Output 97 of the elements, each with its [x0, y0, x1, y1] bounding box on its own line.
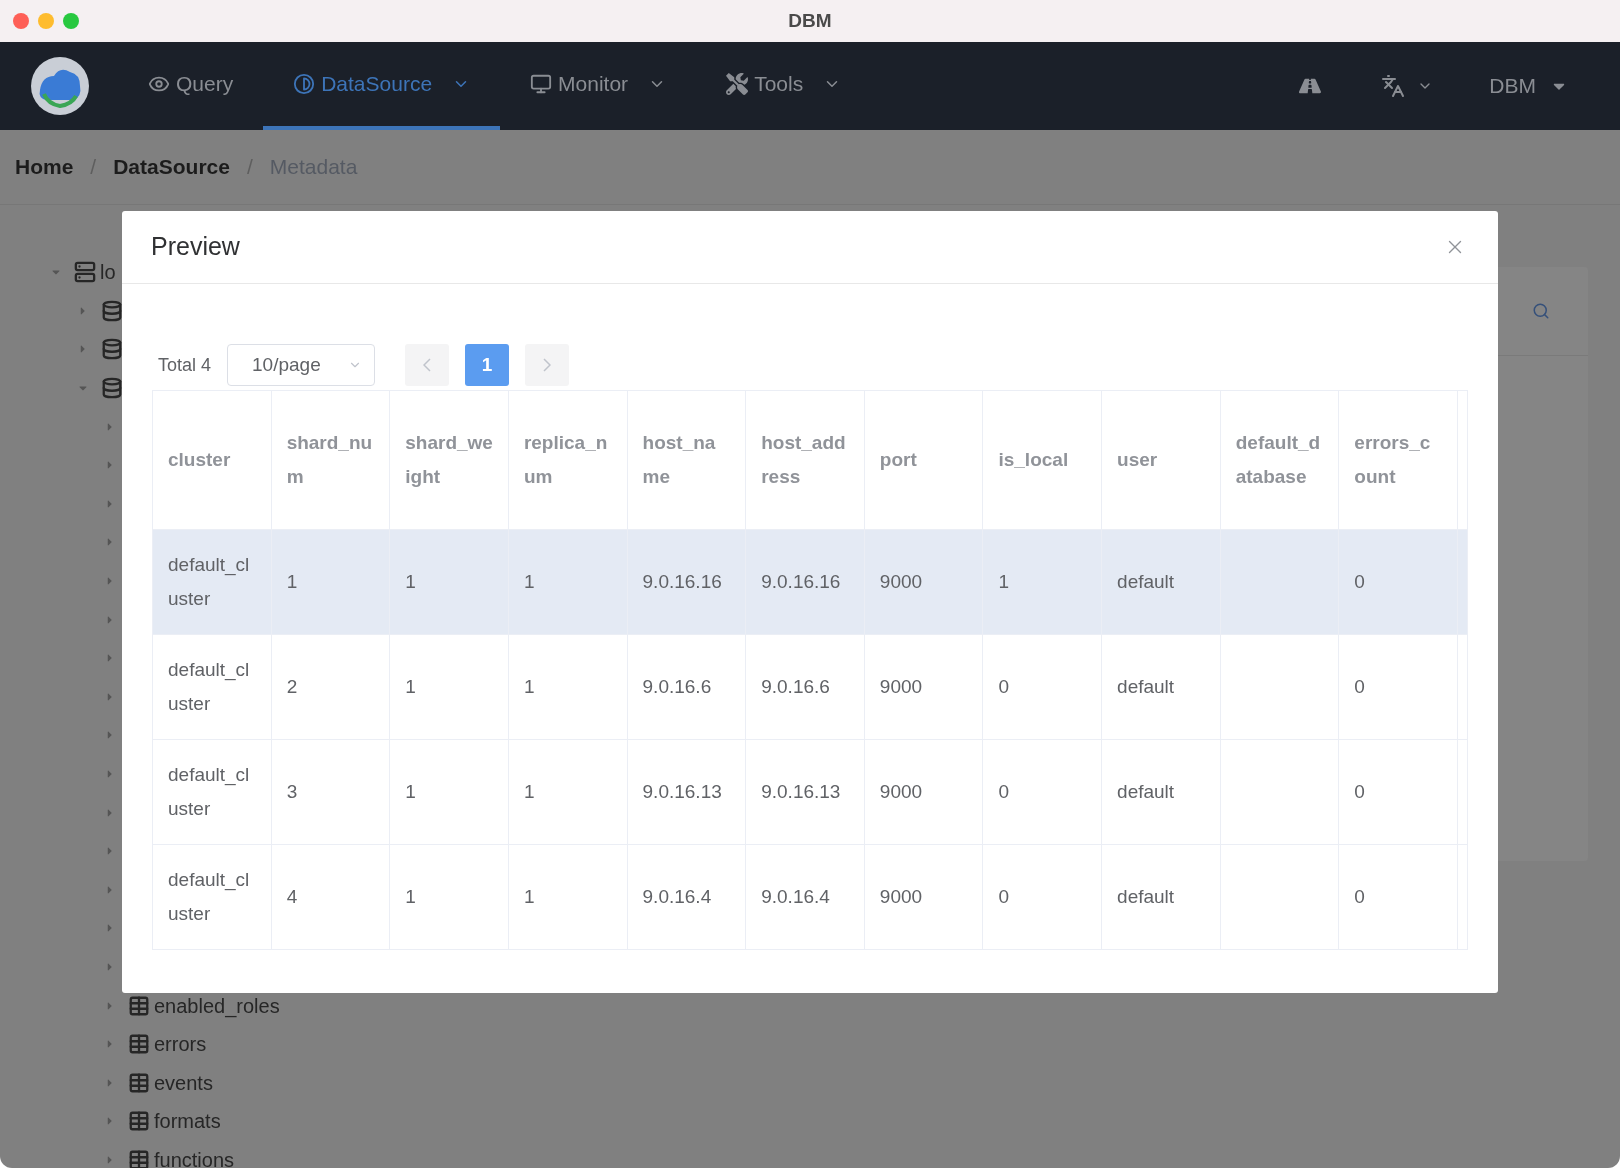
- table-cell-text: 2: [286, 675, 299, 699]
- table-cell-text: 1: [405, 780, 417, 804]
- column-header: errors_count: [1338, 390, 1458, 530]
- tree-item-label[interactable]: events: [154, 1067, 213, 1098]
- user-menu[interactable]: DBM: [1489, 70, 1536, 102]
- chevron-right-icon: [543, 358, 552, 372]
- search-icon[interactable]: [1532, 302, 1550, 320]
- breadcrumb-item[interactable]: DataSource: [113, 151, 230, 183]
- tree-item-label[interactable]: errors: [154, 1029, 207, 1060]
- tree-item-label[interactable]: enabled_roles: [154, 990, 280, 1021]
- previous-page-button[interactable]: [405, 344, 450, 386]
- chevron-left-icon: [423, 358, 432, 372]
- page-size-select[interactable]: 10/page: [227, 344, 376, 386]
- table-cell-text: 1: [523, 675, 536, 699]
- half-circle-icon: [293, 73, 316, 95]
- table-cell-text: 0: [1354, 570, 1366, 594]
- table-cell-text: 4: [286, 885, 299, 909]
- nav-tab[interactable]: Monitor: [500, 42, 697, 130]
- database-icon: [101, 338, 123, 361]
- column-header: shard_num: [271, 390, 390, 530]
- breadcrumb-separator: /: [90, 154, 97, 181]
- close-window-button[interactable]: [13, 13, 29, 29]
- table-cell-text: 0: [1354, 885, 1366, 909]
- table-row[interactable]: default_cluster 1 1 1 9.0.16.16 9.0.16.16 9000 1 default 0: [152, 529, 1468, 635]
- table-cell-text: 0: [1354, 675, 1366, 699]
- table-cell-text: 3: [286, 780, 299, 804]
- table-cell-text: 1: [523, 570, 536, 594]
- tree-item-label[interactable]: formats: [154, 1106, 221, 1137]
- table-row[interactable]: default_cluster 2 1 1 9.0.16.6 9.0.16.6 9000 0 default 0: [152, 634, 1468, 740]
- page-button[interactable]: 1: [465, 344, 510, 386]
- column-header: port: [864, 390, 983, 530]
- table-cell-text: 1: [286, 570, 299, 594]
- table-cell-text: default: [1117, 780, 1176, 804]
- breadcrumb-item[interactable]: Home: [15, 151, 74, 183]
- table-cell-text: 0: [1354, 780, 1366, 804]
- table-cell-text: 9.0.16.6: [642, 675, 713, 699]
- table-cell-text: 1: [998, 570, 1011, 594]
- table-cell-text: 9000: [879, 675, 924, 699]
- table-cell-text: 9000: [879, 780, 924, 804]
- table-cell-text: default: [1117, 570, 1176, 594]
- table-icon: [128, 1071, 150, 1094]
- table-row[interactable]: default_cluster 4 1 1 9.0.16.4 9.0.16.4 9000 0 default 0: [152, 844, 1468, 950]
- column-header: is_local: [982, 390, 1102, 530]
- table-cell-text: 1: [523, 885, 536, 909]
- table-cell-text: default_cluster: [168, 553, 251, 611]
- table-cell-text: 1: [405, 675, 417, 699]
- tree-item-label[interactable]: functions: [154, 1144, 235, 1168]
- table-cell-text: 9.0.16.4: [642, 885, 713, 909]
- table-cell-text: 9.0.16.4: [761, 885, 831, 909]
- table-cell-text: 9.0.16.16: [761, 570, 842, 594]
- logo-icon: [30, 56, 90, 116]
- table-icon: [128, 1110, 150, 1133]
- table-cell-text: default: [1117, 885, 1176, 909]
- table-cell-text: 9.0.16.16: [642, 570, 723, 594]
- table-cell-text: 9000: [879, 570, 924, 594]
- column-header: user: [1101, 390, 1221, 530]
- monitor-icon: [530, 73, 553, 95]
- tree-item-label[interactable]: lo: [100, 257, 116, 288]
- table-cell-text: default_cluster: [168, 763, 251, 821]
- column-header: host_name: [627, 390, 746, 530]
- nav-tab[interactable]: Tools: [696, 42, 872, 130]
- column-header: shard_weight: [389, 390, 509, 530]
- table-cell-text: 1: [405, 885, 417, 909]
- tools-icon: [726, 73, 749, 95]
- table-cell-text: 9.0.16.6: [761, 675, 831, 699]
- table-cell-text: 1: [405, 570, 417, 594]
- table-cell-text: 9.0.16.13: [761, 780, 842, 804]
- column-header: host_address: [745, 390, 865, 530]
- translate-icon[interactable]: [1381, 74, 1406, 98]
- column-header: cluster: [152, 390, 272, 530]
- next-page-button[interactable]: [525, 344, 570, 386]
- total-count: Total 4: [158, 353, 212, 377]
- column-header: default_database: [1220, 390, 1339, 530]
- nav-tab[interactable]: DataSource: [263, 42, 501, 130]
- maximize-window-button[interactable]: [63, 13, 79, 29]
- table-row[interactable]: default_cluster 3 1 1 9.0.16.13 9.0.16.13 9000 0 default 0: [152, 739, 1468, 845]
- table-cell-text: default_cluster: [168, 658, 251, 716]
- nav-tab[interactable]: Query: [118, 42, 264, 130]
- window-title: DBM: [788, 8, 832, 33]
- table-icon: [128, 1033, 150, 1056]
- minimize-window-button[interactable]: [38, 13, 54, 29]
- table-cell-text: 0: [998, 885, 1011, 909]
- table-cell-text: 0: [998, 675, 1011, 699]
- column-header: replica_num: [508, 390, 628, 530]
- table-icon: [128, 1148, 150, 1168]
- table-cell-text: 9000: [879, 885, 924, 909]
- dialog-title: Preview: [151, 231, 240, 263]
- database-icon: [101, 299, 123, 322]
- table-cell-text: 0: [998, 780, 1011, 804]
- breadcrumb-separator: /: [246, 154, 253, 181]
- table-cell-text: 9.0.16.13: [642, 780, 723, 804]
- table-cell-text: default: [1117, 675, 1176, 699]
- table-cell-text: default_cluster: [168, 868, 251, 926]
- table-cell-text: 1: [523, 780, 536, 804]
- database-icon: [101, 377, 123, 400]
- table-icon: [128, 994, 150, 1017]
- server-icon: [74, 261, 96, 284]
